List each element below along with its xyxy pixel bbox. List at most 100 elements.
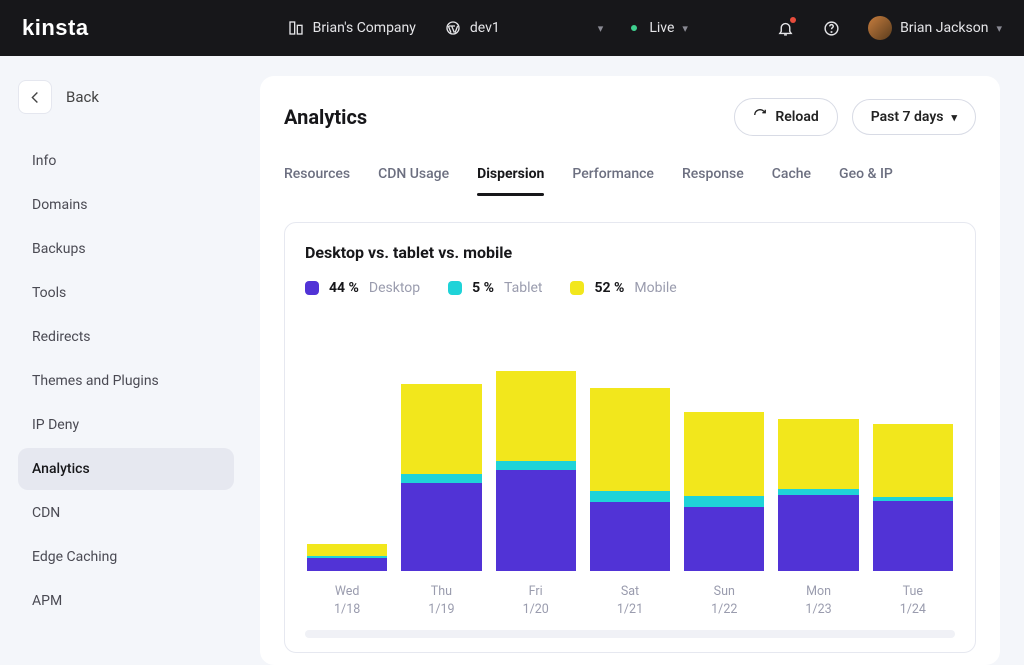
bar-segment-tablet xyxy=(590,491,670,502)
wordpress-icon xyxy=(444,19,462,37)
sidebar-item-tools[interactable]: Tools xyxy=(18,272,234,314)
bar-segment-tablet xyxy=(496,461,576,471)
sidebar-item-ip-deny[interactable]: IP Deny xyxy=(18,404,234,446)
bar-segment-mobile xyxy=(401,384,481,474)
tab-geo-ip[interactable]: Geo & IP xyxy=(839,160,893,196)
chart-legend: 44 % Desktop 5 % Tablet 52 % Mobile xyxy=(305,280,955,296)
chart-column: Sat1/21 xyxy=(590,371,670,618)
date-range-label: Past 7 days xyxy=(871,109,944,125)
sidebar-item-domains[interactable]: Domains xyxy=(18,184,234,226)
card-header: Analytics Reload Past 7 days ▾ xyxy=(284,98,976,136)
site-selector[interactable]: dev1 ▾ xyxy=(444,19,603,37)
sidebar-item-redirects[interactable]: Redirects xyxy=(18,316,234,358)
content: Analytics Reload Past 7 days ▾ Resources… xyxy=(252,56,1024,665)
legend-swatch-desktop xyxy=(305,281,319,295)
bar-segment-mobile xyxy=(778,419,858,489)
logo-text: kinsta xyxy=(22,15,89,41)
help-icon xyxy=(822,19,840,37)
reload-button[interactable]: Reload xyxy=(734,98,837,136)
bar-segment-mobile xyxy=(496,371,576,461)
bar-segment-desktop xyxy=(778,495,858,571)
bar-segment-desktop xyxy=(684,507,764,571)
chart-bar[interactable] xyxy=(307,371,387,571)
legend-item-mobile: 52 % Mobile xyxy=(570,280,676,296)
tab-cache[interactable]: Cache xyxy=(772,160,811,196)
sidebar-item-cdn[interactable]: CDN xyxy=(18,492,234,534)
legend-pct-desktop: 44 % xyxy=(329,280,359,296)
bar-segment-tablet xyxy=(684,496,764,507)
legend-pct-mobile: 52 % xyxy=(594,280,624,296)
x-axis-label: Wed1/18 xyxy=(334,583,360,618)
legend-swatch-mobile xyxy=(570,281,584,295)
tab-response[interactable]: Response xyxy=(682,160,744,196)
chart-bar[interactable] xyxy=(401,371,481,571)
env-selector[interactable]: Live ▾ xyxy=(631,20,688,36)
company-label: Brian's Company xyxy=(313,20,416,36)
bar-segment-mobile xyxy=(684,412,764,496)
chart-bar[interactable] xyxy=(496,371,576,571)
user-menu[interactable]: Brian Jackson ▾ xyxy=(868,16,1002,40)
bar-segment-desktop xyxy=(496,470,576,571)
back-button[interactable]: Back xyxy=(18,80,234,114)
reload-icon xyxy=(753,108,767,126)
sidebar-item-apm[interactable]: APM xyxy=(18,580,234,622)
sidebar-item-info[interactable]: Info xyxy=(18,140,234,182)
logo: kinsta xyxy=(22,15,89,41)
help-button[interactable] xyxy=(822,19,840,37)
date-range-selector[interactable]: Past 7 days ▾ xyxy=(852,99,976,135)
legend-name-desktop: Desktop xyxy=(369,280,420,296)
sidebar-item-analytics[interactable]: Analytics xyxy=(18,448,234,490)
chart-bar[interactable] xyxy=(778,371,858,571)
legend-name-mobile: Mobile xyxy=(634,280,676,296)
chevron-down-icon: ▾ xyxy=(682,22,688,35)
company-selector[interactable]: Brian's Company xyxy=(287,19,416,37)
back-label: Back xyxy=(66,88,99,106)
chart-column: Thu1/19 xyxy=(401,371,481,618)
sidebar-item-backups[interactable]: Backups xyxy=(18,228,234,270)
avatar xyxy=(868,16,892,40)
back-arrow-icon xyxy=(18,80,52,114)
x-axis-label: Sun1/22 xyxy=(711,583,737,618)
bar-segment-desktop xyxy=(873,501,953,571)
x-axis-label: Mon1/23 xyxy=(805,583,831,618)
tab-performance[interactable]: Performance xyxy=(572,160,654,196)
chevron-down-icon: ▾ xyxy=(996,22,1002,35)
notification-badge xyxy=(790,17,796,23)
legend-item-tablet: 5 % Tablet xyxy=(448,280,542,296)
bar-segment-desktop xyxy=(307,558,387,571)
chart-scrollbar[interactable] xyxy=(305,630,955,638)
legend-pct-tablet: 5 % xyxy=(472,280,494,296)
x-axis-label: Tue1/24 xyxy=(900,583,926,618)
chart-bar[interactable] xyxy=(590,371,670,571)
bar-segment-mobile xyxy=(307,544,387,555)
analytics-tabs: Resources CDN Usage Dispersion Performance R… xyxy=(284,160,976,196)
legend-swatch-tablet xyxy=(448,281,462,295)
tab-dispersion[interactable]: Dispersion xyxy=(477,160,544,196)
sidebar-item-edge-caching[interactable]: Edge Caching xyxy=(18,536,234,578)
notifications-button[interactable] xyxy=(776,19,794,37)
bar-segment-desktop xyxy=(401,483,481,571)
legend-item-desktop: 44 % Desktop xyxy=(305,280,420,296)
x-axis-label: Thu1/19 xyxy=(428,583,454,618)
chart-bar[interactable] xyxy=(873,371,953,571)
stacked-bar-chart: Wed1/18 Thu1/19 Fri1/20 Sat1/21 Sun1/22 Mon1/… xyxy=(305,312,955,618)
chart-column: Tue1/24 xyxy=(873,371,953,618)
chart-column: Fri1/20 xyxy=(496,371,576,618)
env-label: Live xyxy=(649,20,674,36)
main-layout: Back InfoDomainsBackupsToolsRedirectsThe… xyxy=(0,56,1024,665)
chart-bar[interactable] xyxy=(684,371,764,571)
top-bar: kinsta Brian's Company dev1 ▾ Live ▾ Bri… xyxy=(0,0,1024,56)
sidebar: Back InfoDomainsBackupsToolsRedirectsThe… xyxy=(0,56,252,665)
chart-column: Sun1/22 xyxy=(684,371,764,618)
tab-cdn-usage[interactable]: CDN Usage xyxy=(378,160,449,196)
reload-label: Reload xyxy=(775,109,818,125)
sidebar-item-themes-and-plugins[interactable]: Themes and Plugins xyxy=(18,360,234,402)
site-label: dev1 xyxy=(470,20,500,36)
tab-resources[interactable]: Resources xyxy=(284,160,350,196)
chevron-down-icon: ▾ xyxy=(598,22,604,35)
x-axis-label: Fri1/20 xyxy=(523,583,549,618)
legend-name-tablet: Tablet xyxy=(504,280,542,296)
bar-segment-mobile xyxy=(873,424,953,496)
user-name: Brian Jackson xyxy=(900,20,988,36)
bar-segment-tablet xyxy=(401,474,481,484)
